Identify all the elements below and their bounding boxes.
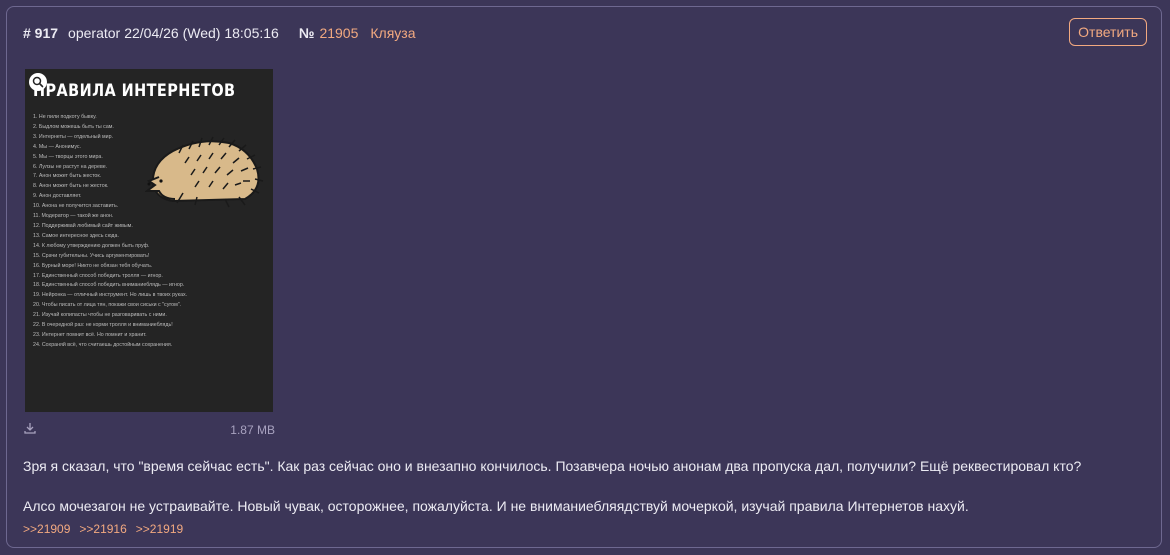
rule-item: 24. Сохраняй всё, что считаешь достойным… bbox=[33, 341, 173, 348]
reply-button[interactable]: Ответить bbox=[1069, 18, 1147, 46]
thread-name-link[interactable]: Кляуза bbox=[370, 25, 415, 41]
post-datetime: 22/04/26 (Wed) 18:05:16 bbox=[124, 25, 279, 41]
rule-item: 15. Срачи губительны. Учись аргументиров… bbox=[33, 252, 150, 259]
reply-links: >>21909 >>21916 >>21919 bbox=[23, 522, 183, 536]
file-size: 1.87 MB bbox=[230, 423, 275, 437]
rule-item: 13. Самое интересное здесь сюда. bbox=[33, 232, 119, 239]
hedgehog-illustration bbox=[145, 136, 264, 208]
post-body: Зря я сказал, что "время сейчас есть". К… bbox=[23, 456, 1153, 516]
post-number[interactable]: # 917 bbox=[23, 25, 58, 41]
image-title: ПРАВИЛА ИНТЕРНЕТОВ bbox=[33, 81, 236, 101]
magnifier-icon[interactable] bbox=[29, 73, 47, 91]
thread-ref-link[interactable]: 21905 bbox=[319, 25, 358, 41]
rule-item: 18. Единственный способ победить внимани… bbox=[33, 282, 185, 289]
rule-item: 1. Не пили подкоту бывку. bbox=[33, 114, 97, 120]
download-icon[interactable] bbox=[23, 421, 37, 438]
rule-item: 17. Единственный способ победить тролля … bbox=[33, 272, 163, 279]
rule-item: 20. Чтобы писать от лица тян, покажи сво… bbox=[33, 302, 182, 309]
reply-link[interactable]: >>21916 bbox=[79, 522, 126, 536]
post-card: # 917 operator 22/04/26 (Wed) 18:05:16 №… bbox=[6, 6, 1162, 548]
reply-link[interactable]: >>21909 bbox=[23, 522, 70, 536]
rule-item: 19. Нейронка — отличный инструмент. Но л… bbox=[33, 292, 188, 299]
reply-link[interactable]: >>21919 bbox=[136, 522, 183, 536]
rule-item: 16. Бурный море! Никто не обязан тебя об… bbox=[33, 262, 153, 269]
number-sign: № bbox=[298, 25, 315, 41]
rule-item: 21. Изучай копипасты чтобы не разговарив… bbox=[33, 312, 167, 319]
rule-item: 23. Интернет помнит всё. Но помнит и хра… bbox=[33, 331, 147, 338]
rule-item: 2. Быдлом можешь быть ты сам. bbox=[33, 123, 114, 130]
rule-item: 22. В очередной раз: не корми тролля и в… bbox=[33, 322, 173, 329]
post-author: operator bbox=[68, 25, 121, 41]
post-header: # 917 operator 22/04/26 (Wed) 18:05:16 №… bbox=[23, 25, 416, 41]
rule-item: 11. Модератор — такой же анон. bbox=[33, 213, 114, 220]
rule-item: 12. Поддерживай любимый сайт живым. bbox=[33, 222, 133, 229]
rule-item: 14. К любому утверждению должен быть пру… bbox=[33, 242, 150, 249]
attached-image[interactable]: ПРАВИЛА ИНТЕРНЕТОВ 1. Не пили подкоту бы… bbox=[25, 69, 273, 412]
post-paragraph: Алсо мочезагон не устраивайте. Новый чув… bbox=[23, 498, 969, 514]
post-paragraph: Зря я сказал, что "время сейчас есть". К… bbox=[23, 458, 1082, 474]
file-meta: 1.87 MB bbox=[23, 421, 275, 437]
